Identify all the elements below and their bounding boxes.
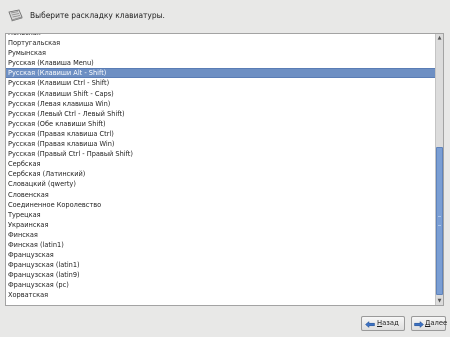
list-item[interactable]: Французская (latin9): [6, 270, 437, 280]
list-item[interactable]: Русская (Клавиши Ctrl - Shift): [6, 78, 437, 88]
list-item[interactable]: Финская: [6, 230, 437, 240]
list-item[interactable]: Французская (pc): [6, 280, 437, 290]
keyboard-icon: [7, 8, 23, 22]
list-item[interactable]: Русская (Правый Ctrl - Правый Shift): [6, 149, 437, 159]
next-button-label: Далее: [425, 319, 448, 327]
scroll-down-arrow-icon[interactable]: ▼: [436, 297, 443, 305]
list-item[interactable]: Словацкий (qwerty): [6, 179, 437, 189]
list-item[interactable]: Русская (Левый Ctrl - Левый Shift): [6, 109, 437, 119]
layout-list-items: Польская Португальская Румынская Русская (К…: [6, 34, 437, 301]
list-item[interactable]: Русская (Клавиши Shift - Caps): [6, 89, 437, 99]
list-item[interactable]: Хорватская: [6, 290, 437, 300]
list-item[interactable]: Соединенное Королевство: [6, 200, 437, 210]
list-item[interactable]: Румынская: [6, 48, 437, 58]
list-item[interactable]: Словенская: [6, 190, 437, 200]
vertical-scrollbar[interactable]: ▲ ▼: [435, 34, 443, 305]
next-button[interactable]: Далее: [411, 316, 448, 331]
list-item[interactable]: Русская (Правая клавиша Ctrl): [6, 129, 437, 139]
list-item[interactable]: Русская (Правая клавиша Win): [6, 139, 437, 149]
scroll-up-arrow-icon[interactable]: ▲: [436, 34, 443, 42]
page-title: Выберите раскладку клавиатуры.: [30, 11, 165, 20]
list-item[interactable]: Финская (latin1): [6, 240, 437, 250]
list-item-selected[interactable]: Русская (Клавиши Alt - Shift): [6, 68, 437, 79]
list-item[interactable]: Сербская: [6, 159, 437, 169]
back-button[interactable]: Назад: [361, 316, 405, 331]
list-item[interactable]: Португальская: [6, 38, 437, 48]
back-button-label: Назад: [377, 319, 399, 327]
list-item[interactable]: Русская (Левая клавиша Win): [6, 99, 437, 109]
scroll-thumb[interactable]: [436, 147, 443, 295]
scroll-grip-icon: [438, 216, 441, 226]
list-item[interactable]: Русская (Клавиша Menu): [6, 58, 437, 68]
list-item[interactable]: Турецкая: [6, 210, 437, 220]
list-item[interactable]: Русская (Обе клавиши Shift): [6, 119, 437, 129]
list-item[interactable]: Французская (latin1): [6, 260, 437, 270]
arrow-left-icon: [365, 320, 375, 329]
list-item[interactable]: Украинская: [6, 220, 437, 230]
list-item[interactable]: Сербская (Латинский): [6, 169, 437, 179]
header: Выберите раскладку клавиатуры.: [0, 0, 450, 33]
keyboard-layout-list[interactable]: Польская Португальская Румынская Русская (К…: [5, 33, 444, 306]
arrow-right-icon: [414, 320, 424, 329]
list-item[interactable]: Французская: [6, 250, 437, 260]
